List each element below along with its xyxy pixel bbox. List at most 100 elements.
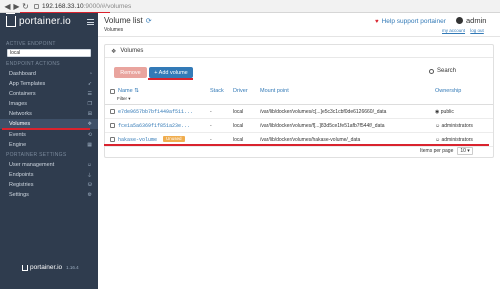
table-row: e7de9657bb7bf1449af511... - local /var/l… (105, 105, 493, 119)
items-per-page-select[interactable]: 10 ▾ (457, 147, 474, 155)
row-checkbox[interactable] (110, 109, 115, 114)
forward-icon[interactable]: ▶ (12, 0, 21, 13)
back-icon[interactable]: ◀ (3, 0, 12, 13)
toolbar: Remove + Add volume Search (105, 59, 493, 78)
ownership-label: public (440, 109, 454, 115)
sidebar-item-settings[interactable]: Settings ⚙ (0, 190, 98, 200)
clone-icon: ❐ (87, 101, 92, 107)
rocket-icon: ➶ (87, 81, 92, 87)
row-checkbox[interactable] (110, 123, 115, 128)
log-out-link[interactable]: log out (470, 28, 484, 33)
sitemap-icon: ⊞ (87, 111, 92, 117)
sidebar-item-user-management[interactable]: User management ☺ (0, 160, 98, 170)
ownership-label: administrators (441, 137, 473, 143)
table-row: fce1a5a6369f1f851a23e... - local /var/li… (105, 119, 493, 133)
column-name-label: Name (118, 88, 133, 94)
portainer-logo[interactable]: portainer.io (6, 13, 71, 27)
sidebar-item-label: Registries (9, 182, 34, 188)
row-checkbox[interactable] (110, 137, 115, 142)
user-links: my account log out (438, 28, 484, 33)
volume-mountpoint: /var/lib/docker/volumes/f[...]83d5ce1fe5… (260, 123, 385, 129)
sidebar-item-label: Images (9, 101, 28, 107)
sidebar-item-dashboard[interactable]: Dashboard ◔ (0, 69, 98, 79)
server-icon: ☰ (87, 91, 92, 97)
heart-icon: ♥ (375, 18, 379, 25)
cubes-icon: ❖ (111, 48, 117, 55)
column-name[interactable]: Name ⇅ (118, 88, 139, 94)
volume-mountpoint: /var/lib/docker/volumes/c[...]e5c3c1cbf0… (260, 109, 387, 115)
footer-logo-text: portainer.io (30, 264, 63, 271)
reload-icon[interactable]: ↻ (21, 0, 30, 13)
url-host: 192.168.33.10 (42, 2, 84, 10)
add-volume-highlight-underline (148, 78, 193, 80)
volume-ownership: ◉ public (435, 109, 454, 115)
page-header: Volume list ⟳ Volumes ♥ Help support por… (98, 13, 500, 37)
sidebar-item-containers[interactable]: Containers ☰ (0, 89, 98, 99)
pagination-controls: Items per page 10 ▾ (420, 147, 474, 155)
user-menu: admin (456, 16, 486, 25)
page-title: Volume list ⟳ (104, 16, 152, 25)
sidebar-item-engine[interactable]: Engine ▦ (0, 140, 98, 150)
filter-label: Filter (117, 96, 127, 101)
hakase-row-highlight-underline (104, 144, 489, 146)
sidebar-item-registries[interactable]: Registries ⛁ (0, 180, 98, 190)
cubes-icon: ❖ (87, 121, 92, 127)
menu-toggle-icon[interactable] (87, 19, 94, 27)
sidebar-item-label: User management (9, 162, 55, 168)
volume-name-link[interactable]: hakase-volume (118, 137, 157, 143)
my-account-link[interactable]: my account (442, 28, 465, 33)
select-all-checkbox[interactable] (110, 89, 115, 94)
column-mountpoint[interactable]: Mount point (260, 88, 289, 94)
sidebar-item-label: Events (9, 132, 26, 138)
filter-dropdown[interactable]: Filter ▾ (117, 96, 131, 102)
volume-driver: local (233, 109, 244, 115)
volume-stack: - (210, 123, 212, 129)
sidebar-item-images[interactable]: Images ❐ (0, 99, 98, 109)
sidebar-item-endpoints[interactable]: Endpoints ⏚ (0, 170, 98, 180)
remove-button[interactable]: Remove (114, 67, 147, 78)
volume-stack: - (210, 137, 212, 143)
volume-name-link[interactable]: fce1a5a6369f1f851a23e... (118, 123, 190, 129)
search-input[interactable]: Search (429, 68, 456, 74)
sidebar-item-events[interactable]: Events ⟲ (0, 130, 98, 140)
refresh-icon[interactable]: ⟳ (146, 17, 152, 25)
users-icon: ☺ (86, 162, 92, 168)
column-ownership[interactable]: Ownership (435, 88, 461, 94)
plug-icon: ⏚ (86, 172, 92, 179)
breadcrumb: Volumes (104, 27, 124, 33)
portainer-crane-icon (22, 264, 28, 271)
tachometer-icon: ◔ (88, 71, 92, 77)
help-support-text: Help support portainer (381, 18, 446, 25)
search-placeholder: Search (437, 68, 457, 74)
column-stack[interactable]: Stack (210, 88, 224, 94)
page-title-text: Volume list (104, 16, 143, 25)
help-support-link[interactable]: ♥ Help support portainer (375, 18, 446, 25)
search-icon (429, 68, 434, 74)
user-circle-icon (456, 17, 463, 24)
add-volume-button[interactable]: + Add volume (149, 67, 193, 78)
footer-logo: portainer.io 1.16.4 (22, 264, 79, 271)
add-volume-label: + Add volume (154, 69, 188, 76)
endpoint-select[interactable]: local (7, 49, 91, 57)
sidebar-item-networks[interactable]: Networks ⊞ (0, 109, 98, 119)
table-header: Name ⇅ Filter ▾ Stack Driver Mount point… (105, 83, 493, 105)
portainer-crane-icon (6, 13, 16, 27)
column-driver[interactable]: Driver (233, 88, 248, 94)
url-field[interactable]: 192.168.33.10:9000/#/volumes (42, 3, 131, 10)
volume-ownership: ☺ administrators (435, 123, 473, 129)
history-icon: ⟲ (87, 132, 92, 138)
page-info-icon[interactable] (34, 3, 39, 9)
section-portainer-settings: PORTAINER SETTINGS (6, 152, 67, 158)
username: admin (466, 16, 487, 25)
sidebar-item-label: Settings (9, 192, 29, 198)
unused-badge: Unused (163, 136, 185, 142)
sidebar-item-label: Containers (9, 91, 36, 97)
volume-name-link[interactable]: e7de9657bb7bf1449af511... (118, 109, 193, 115)
volumes-panel: ❖ Volumes Remove + Add volume Search Nam… (104, 44, 494, 158)
volume-ownership: ☺ administrators (435, 137, 473, 143)
th-icon: ▦ (87, 142, 92, 148)
sidebar-item-label: Networks (9, 111, 32, 117)
sidebar-item-label: Volumes (9, 121, 31, 127)
remove-label: Remove (120, 69, 141, 76)
sidebar-item-app-templates[interactable]: App Templates ➶ (0, 79, 98, 89)
